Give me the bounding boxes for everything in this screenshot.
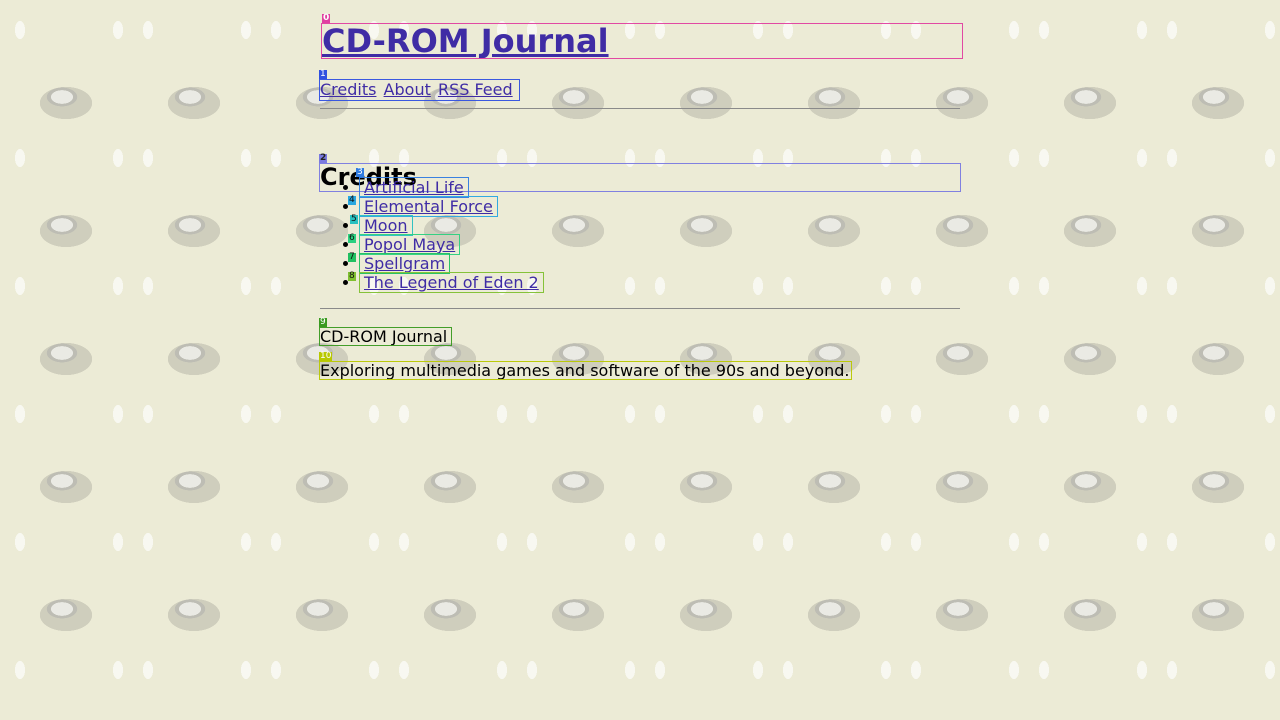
- element-tag: 7: [348, 252, 356, 262]
- footer-description-text: Exploring multimedia games and software …: [320, 361, 850, 380]
- list-item: Popol Maya 6: [348, 234, 543, 255]
- nav-link-credits[interactable]: Credits: [320, 80, 376, 99]
- element-tag: 1: [319, 69, 327, 79]
- element-tag: 6: [348, 233, 356, 243]
- site-title: 0 CD-ROM Journal: [321, 14, 963, 60]
- credits-link-elemental-force[interactable]: Elemental Force: [359, 196, 498, 217]
- divider: [320, 108, 960, 109]
- footer-title-text: CD-ROM Journal: [320, 327, 448, 346]
- element-tag: 0: [322, 13, 331, 23]
- page: 0 CD-ROM Journal 1 Credits About RSS Fee…: [318, 0, 963, 380]
- credits-link-artificial-life[interactable]: Artificial Life: [359, 177, 469, 198]
- divider: [320, 308, 960, 309]
- element-tag: 9: [319, 317, 327, 327]
- credits-link-spellgram[interactable]: Spellgram: [358, 253, 451, 274]
- credits-link-moon[interactable]: Moon: [359, 215, 413, 236]
- list-item: The Legend of Eden 2 8: [348, 272, 544, 293]
- footer-title: 9 CD-ROM Journal: [318, 318, 453, 346]
- top-nav: 1 Credits About RSS Feed: [319, 70, 520, 101]
- list-item: Moon 5: [350, 215, 543, 236]
- credits-link-popol-maya[interactable]: Popol Maya: [358, 234, 461, 255]
- element-tag: 3: [356, 167, 364, 177]
- list-item: Spellgram 7: [348, 253, 543, 274]
- nav-link-rss-feed[interactable]: RSS Feed: [438, 80, 513, 99]
- list-item: Elemental Force 4: [348, 196, 543, 217]
- element-tag: 5: [350, 214, 358, 224]
- element-tag: 8: [348, 271, 356, 281]
- credits-list: Artificial Life 3 Elemental Force 4 Moon…: [320, 168, 544, 293]
- credits-link-legend-of-eden-2[interactable]: The Legend of Eden 2: [359, 272, 544, 293]
- footer-description: 10 Exploring multimedia games and softwa…: [318, 352, 853, 380]
- element-tag: 10: [319, 351, 333, 361]
- element-tag: 2: [319, 153, 328, 163]
- site-title-link[interactable]: CD-ROM Journal: [322, 22, 609, 60]
- list-item: Artificial Life 3: [356, 168, 543, 198]
- element-tag: 4: [348, 195, 356, 205]
- nav-link-about[interactable]: About: [384, 80, 431, 99]
